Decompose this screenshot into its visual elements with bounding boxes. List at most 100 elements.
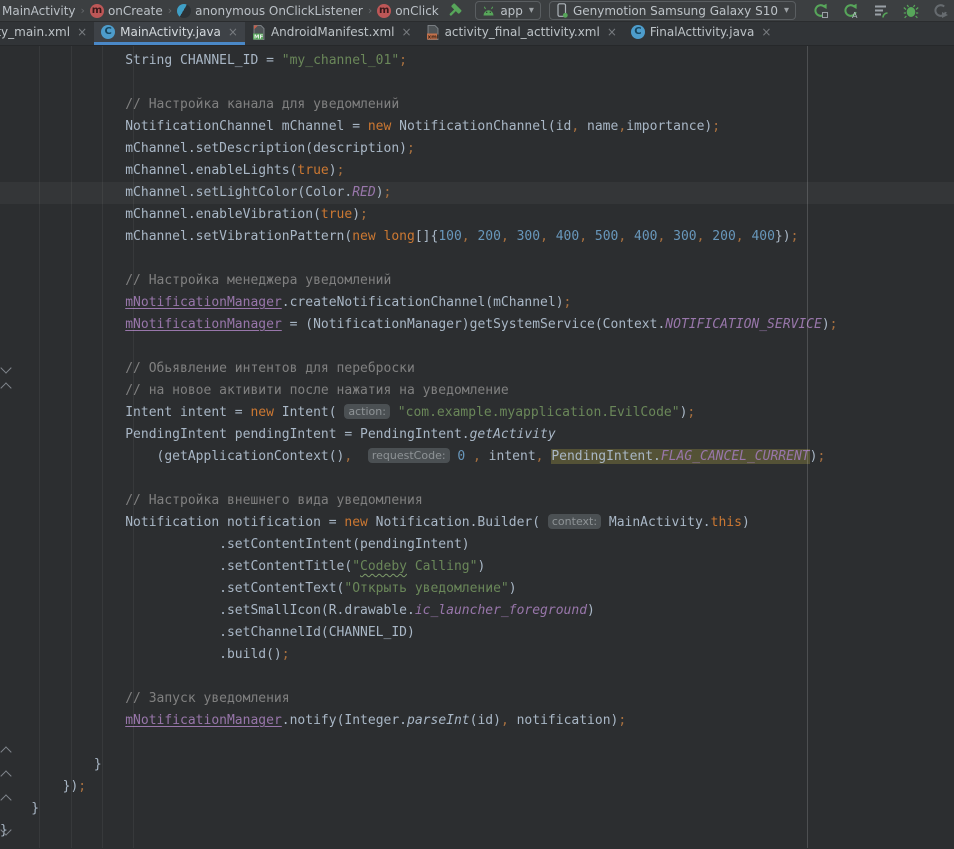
- attach-debugger-icon: [903, 3, 919, 19]
- code-line[interactable]: }: [0, 754, 954, 776]
- code-line[interactable]: Intent intent = new Intent( action: "com…: [0, 402, 954, 424]
- code-token: // Обьявление интентов для переброски: [0, 361, 415, 376]
- code-line[interactable]: mNotificationManager.notify(Integer.pars…: [0, 710, 954, 732]
- code-token: ,: [501, 229, 509, 244]
- code-area[interactable]: String CHANNEL_ID = "my_channel_01"; // …: [0, 46, 954, 842]
- tab-mainactivity-java[interactable]: C MainActivity.java ×: [94, 22, 245, 45]
- code-line[interactable]: .setChannelId(CHANNEL_ID): [0, 622, 954, 644]
- breadcrumb-separator: ›: [168, 4, 172, 17]
- code-token: NotificationChannel(id: [391, 119, 571, 134]
- code-line[interactable]: mChannel.setDescription(description);: [0, 138, 954, 160]
- code-token: ;: [830, 317, 838, 332]
- code-token: }): [775, 229, 791, 244]
- code-line[interactable]: .setSmallIcon(R.drawable.ic_launcher_for…: [0, 600, 954, 622]
- close-icon[interactable]: ×: [761, 25, 771, 39]
- code-line[interactable]: // Запуск уведомления: [0, 688, 954, 710]
- indent-guide: [39, 46, 40, 848]
- code-token: 400: [556, 229, 579, 244]
- code-token: ): [352, 207, 360, 222]
- parameter-hint: action:: [344, 404, 390, 419]
- code-token: this: [711, 515, 742, 530]
- code-token: mNotificationManager: [125, 713, 282, 728]
- code-line[interactable]: NotificationChannel mChannel = new Notif…: [0, 116, 954, 138]
- code-line[interactable]: mChannel.enableLights(true);: [0, 160, 954, 182]
- code-line[interactable]: String CHANNEL_ID = "my_channel_01";: [0, 50, 954, 72]
- close-icon[interactable]: ×: [77, 25, 87, 39]
- breadcrumb-item-oncreate[interactable]: m onCreate: [90, 4, 163, 18]
- code-line[interactable]: // Обьявление интентов для переброски: [0, 358, 954, 380]
- code-token: ;: [384, 185, 392, 200]
- tab-androidmanifest-xml[interactable]: MF AndroidManifest.xml ×: [245, 22, 419, 45]
- apply-changes-button[interactable]: [810, 1, 832, 21]
- code-line[interactable]: PendingIntent pendingIntent = PendingInt…: [0, 424, 954, 446]
- code-token: ,: [540, 229, 548, 244]
- code-line[interactable]: // Настройка внешнего вида уведомления: [0, 490, 954, 512]
- code-line[interactable]: [0, 666, 954, 688]
- breadcrumb-item-anonymous-class[interactable]: anonymous OnClickListener: [177, 4, 363, 18]
- code-line[interactable]: });: [0, 776, 954, 798]
- code-token: mChannel.enableLights(: [0, 163, 297, 178]
- java-class-icon: C: [101, 25, 115, 39]
- code-line[interactable]: mChannel.setVibrationPattern(new long[]{…: [0, 226, 954, 248]
- code-token: (id): [470, 713, 501, 728]
- chevron-down-icon: ▾: [784, 5, 789, 16]
- code-line[interactable]: .setContentIntent(pendingIntent): [0, 534, 954, 556]
- breadcrumb-item-class[interactable]: MainActivity: [2, 4, 76, 18]
- code-token: Intent(: [274, 405, 344, 420]
- code-line[interactable]: mChannel.enableVibration(true);: [0, 204, 954, 226]
- code-line[interactable]: Notification notification = new Notifica…: [0, 512, 954, 534]
- breadcrumb-label: anonymous OnClickListener: [195, 4, 363, 18]
- code-line[interactable]: }: [0, 798, 954, 820]
- code-token: [509, 229, 517, 244]
- code-line[interactable]: (getApplicationContext(), requestCode: 0…: [0, 446, 954, 468]
- breadcrumb-label: MainActivity: [2, 4, 76, 18]
- code-token: importance): [626, 119, 712, 134]
- code-line[interactable]: [0, 732, 954, 754]
- code-token: mChannel.setLightColor(Color.: [0, 185, 352, 200]
- run-configuration-select[interactable]: app ▾: [475, 1, 541, 20]
- code-line[interactable]: mNotificationManager.createNotificationC…: [0, 292, 954, 314]
- code-line[interactable]: // Настройка менеджера уведомлений: [0, 270, 954, 292]
- code-line[interactable]: .setContentTitle("Codeby Calling"): [0, 556, 954, 578]
- device-select[interactable]: Genymotion Samsung Galaxy S10 ▾: [549, 1, 796, 20]
- build-button[interactable]: [443, 1, 465, 21]
- tab-activity-final-acttivity-xml[interactable]: xml activity_final_acttivity.xml ×: [419, 22, 624, 45]
- apply-code-changes-button[interactable]: A: [840, 1, 862, 21]
- code-token: Codeby: [360, 559, 407, 574]
- tab-activity-main-xml[interactable]: ity_main.xml ×: [0, 22, 94, 45]
- code-editor[interactable]: String CHANNEL_ID = "my_channel_01"; // …: [0, 46, 954, 848]
- tab-finalacttivity-java[interactable]: C FinalActtivity.java ×: [624, 22, 779, 45]
- tab-label: FinalActtivity.java: [650, 25, 754, 39]
- breadcrumb-item-onclick[interactable]: m onClick: [377, 4, 439, 18]
- code-line[interactable]: [0, 336, 954, 358]
- code-line[interactable]: .setContentText("Открыть уведомление"): [0, 578, 954, 600]
- code-line[interactable]: .build();: [0, 644, 954, 666]
- code-token: ,: [571, 119, 579, 134]
- code-line[interactable]: mChannel.setLightColor(Color.RED);: [0, 182, 954, 204]
- code-token: ;: [618, 713, 626, 728]
- profile-app-button[interactable]: [930, 1, 952, 21]
- device-phone-icon: [556, 3, 568, 18]
- parameter-hint: requestCode:: [368, 448, 450, 463]
- code-token: // Настройка менеджера уведомлений: [0, 273, 391, 288]
- code-token: ): [509, 581, 517, 596]
- profiler-button[interactable]: [870, 1, 892, 21]
- code-line[interactable]: [0, 468, 954, 490]
- code-token: ": [352, 559, 360, 574]
- code-line[interactable]: }: [0, 820, 954, 842]
- close-icon[interactable]: ×: [402, 25, 412, 39]
- right-margin-line: [807, 46, 808, 848]
- code-token: 500: [595, 229, 618, 244]
- code-line[interactable]: [0, 248, 954, 270]
- code-line[interactable]: [0, 72, 954, 94]
- code-line[interactable]: // Настройка канала для уведомлений: [0, 94, 954, 116]
- close-icon[interactable]: ×: [228, 25, 238, 39]
- tab-label: ity_main.xml: [0, 25, 70, 39]
- close-icon[interactable]: ×: [607, 25, 617, 39]
- code-token: [376, 229, 384, 244]
- attach-debugger-button[interactable]: [900, 1, 922, 21]
- code-line[interactable]: // на новое активити после нажатия на ув…: [0, 380, 954, 402]
- code-token: mChannel.setVibrationPattern(: [0, 229, 352, 244]
- code-line[interactable]: mNotificationManager = (NotificationMana…: [0, 314, 954, 336]
- code-token: true: [297, 163, 328, 178]
